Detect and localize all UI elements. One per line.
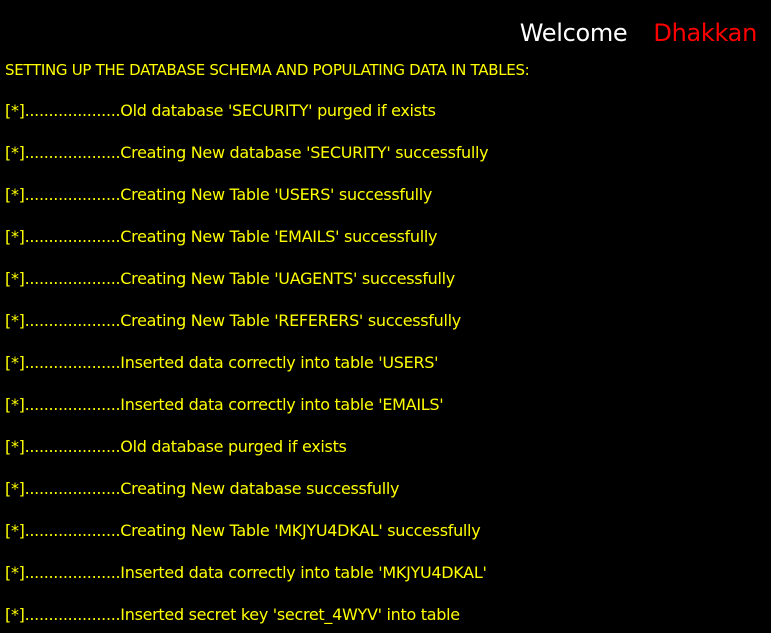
log-line: [*]....................Inserted data cor… [5,563,487,582]
log-line: [*]....................Creating New Tabl… [5,521,481,540]
log-line: [*]....................Creating New Tabl… [5,311,461,330]
log-line: [*]....................Inserted data cor… [5,353,439,372]
log-line: [*]....................Old database 'SEC… [5,101,436,120]
welcome-banner: Welcome Dhakkan [519,17,758,49]
user-name: Dhakkan [653,19,757,47]
log-line: [*]....................Creating New Tabl… [5,227,438,246]
log-line: [*]....................Old database purg… [5,437,347,456]
welcome-label: Welcome [519,19,628,47]
log-line: [*]....................Creating New Tabl… [5,185,433,204]
log-line: [*]....................Creating New Tabl… [5,269,455,288]
log-line: [*]....................Creating New data… [5,143,489,162]
setup-heading: SETTING UP THE DATABASE SCHEMA AND POPUL… [5,61,530,79]
log-line: [*]....................Creating New data… [5,479,400,498]
log-line: [*]....................Inserted data cor… [5,395,444,414]
setup-log: [*]....................Old database 'SEC… [5,100,489,633]
log-line: [*]....................Inserted secret k… [5,605,460,624]
